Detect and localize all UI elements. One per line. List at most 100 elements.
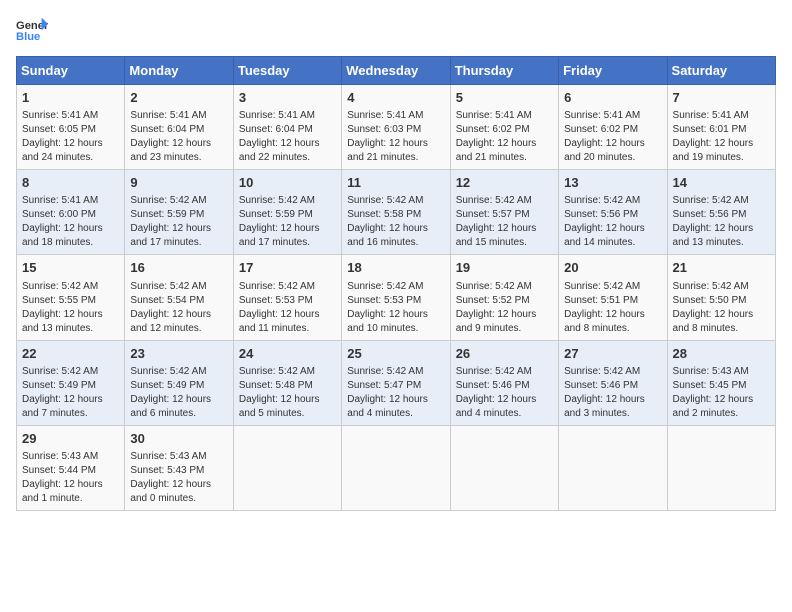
day-info: Sunrise: 5:42 AM Sunset: 5:48 PM Dayligh… — [239, 365, 336, 421]
svg-text:Blue: Blue — [16, 31, 40, 43]
day-number: 4 — [347, 89, 444, 107]
day-number: 6 — [564, 89, 661, 107]
day-cell: 15 Sunrise: 5:42 AM Sunset: 5:55 PM Dayli… — [17, 255, 125, 340]
day-number: 12 — [456, 174, 553, 192]
day-number: 11 — [347, 174, 444, 192]
day-cell: 27Sunrise: 5:42 AM Sunset: 5:46 PM Dayli… — [559, 340, 667, 425]
day-info: Sunrise: 5:42 AM Sunset: 5:49 PM Dayligh… — [130, 365, 227, 421]
day-cell: 19 Sunrise: 5:42 AM Sunset: 5:52 PM Dayli… — [450, 255, 558, 340]
day-number: 7 — [673, 89, 770, 107]
day-info: Sunrise: 5:43 AM Sunset: 5:43 PM Dayligh… — [130, 450, 227, 506]
day-cell: 26 Sunrise: 5:42 AM Sunset: 5:46 PM Dayli… — [450, 340, 558, 425]
day-info: Sunrise: 5:43 AM Sunset: 5:44 PM Dayligh… — [22, 450, 119, 506]
day-number: 20 — [564, 259, 661, 277]
day-cell: 6 Sunrise: 5:41 AM Sunset: 6:02 PM Daylig… — [559, 85, 667, 170]
day-info: Sunrise: 5:41 AM Sunset: 6:00 PM Dayligh… — [22, 194, 119, 250]
day-info: Sunrise: 5:42 AM Sunset: 5:51 PM Dayligh… — [564, 280, 661, 336]
day-cell: 13 Sunrise: 5:42 AM Sunset: 5:56 PM Dayli… — [559, 170, 667, 255]
day-cell: 9Sunrise: 5:42 AM Sunset: 5:59 PM Daylig… — [125, 170, 233, 255]
day-number: 9 — [130, 174, 227, 192]
day-cell: 2 Sunrise: 5:41 AM Sunset: 6:04 PM Daylig… — [125, 85, 233, 170]
day-cell — [450, 425, 558, 510]
day-number: 15 — [22, 259, 119, 277]
day-cell: 17 Sunrise: 5:42 AM Sunset: 5:53 PM Dayli… — [233, 255, 341, 340]
day-info: Sunrise: 5:42 AM Sunset: 5:49 PM Dayligh… — [22, 365, 119, 421]
day-cell: 3 Sunrise: 5:41 AM Sunset: 6:04 PM Daylig… — [233, 85, 341, 170]
day-cell: 29 Sunrise: 5:43 AM Sunset: 5:44 PM Dayli… — [17, 425, 125, 510]
day-cell: 22 Sunrise: 5:42 AM Sunset: 5:49 PM Dayli… — [17, 340, 125, 425]
header-friday: Friday — [559, 57, 667, 85]
day-info: Sunrise: 5:43 AM Sunset: 5:45 PM Dayligh… — [673, 365, 770, 421]
day-info: Sunrise: 5:42 AM Sunset: 5:46 PM Dayligh… — [456, 365, 553, 421]
day-info: Sunrise: 5:42 AM Sunset: 5:57 PM Dayligh… — [456, 194, 553, 250]
day-number: 23 — [130, 345, 227, 363]
day-cell: 7 Sunrise: 5:41 AM Sunset: 6:01 PM Daylig… — [667, 85, 775, 170]
day-cell: 23 Sunrise: 5:42 AM Sunset: 5:49 PM Dayli… — [125, 340, 233, 425]
day-number: 30 — [130, 430, 227, 448]
day-info: Sunrise: 5:42 AM Sunset: 5:53 PM Dayligh… — [347, 280, 444, 336]
day-cell: 8 Sunrise: 5:41 AM Sunset: 6:00 PM Daylig… — [17, 170, 125, 255]
day-number: 16 — [130, 259, 227, 277]
header-thursday: Thursday — [450, 57, 558, 85]
day-cell — [559, 425, 667, 510]
day-number: 10 — [239, 174, 336, 192]
day-cell: 20 Sunrise: 5:42 AM Sunset: 5:51 PM Dayli… — [559, 255, 667, 340]
week-row-2: 8 Sunrise: 5:41 AM Sunset: 6:00 PM Daylig… — [17, 170, 776, 255]
day-info: Sunrise: 5:42 AM Sunset: 5:56 PM Dayligh… — [673, 194, 770, 250]
day-number: 27 — [564, 345, 661, 363]
day-info: Sunrise: 5:41 AM Sunset: 6:02 PM Dayligh… — [456, 109, 553, 165]
day-cell: 16Sunrise: 5:42 AM Sunset: 5:54 PM Dayli… — [125, 255, 233, 340]
day-number: 21 — [673, 259, 770, 277]
week-row-3: 15 Sunrise: 5:42 AM Sunset: 5:55 PM Dayli… — [17, 255, 776, 340]
day-info: Sunrise: 5:41 AM Sunset: 6:01 PM Dayligh… — [673, 109, 770, 165]
day-info: Sunrise: 5:42 AM Sunset: 5:59 PM Dayligh… — [239, 194, 336, 250]
header-wednesday: Wednesday — [342, 57, 450, 85]
day-cell: 12 Sunrise: 5:42 AM Sunset: 5:57 PM Dayli… — [450, 170, 558, 255]
day-cell: 10 Sunrise: 5:42 AM Sunset: 5:59 PM Dayli… — [233, 170, 341, 255]
day-cell: 5 Sunrise: 5:41 AM Sunset: 6:02 PM Daylig… — [450, 85, 558, 170]
day-cell — [342, 425, 450, 510]
day-cell: 24 Sunrise: 5:42 AM Sunset: 5:48 PM Dayli… — [233, 340, 341, 425]
day-cell: 30 Sunrise: 5:43 AM Sunset: 5:43 PM Dayli… — [125, 425, 233, 510]
day-number: 25 — [347, 345, 444, 363]
calendar-header-row: SundayMondayTuesdayWednesdayThursdayFrid… — [17, 57, 776, 85]
day-info: Sunrise: 5:42 AM Sunset: 5:50 PM Dayligh… — [673, 280, 770, 336]
day-info: Sunrise: 5:42 AM Sunset: 5:58 PM Dayligh… — [347, 194, 444, 250]
header-tuesday: Tuesday — [233, 57, 341, 85]
calendar-table: SundayMondayTuesdayWednesdayThursdayFrid… — [16, 56, 776, 511]
day-cell — [667, 425, 775, 510]
day-info: Sunrise: 5:42 AM Sunset: 5:53 PM Dayligh… — [239, 280, 336, 336]
page-header: General Blue — [16, 16, 776, 44]
day-info: Sunrise: 5:42 AM Sunset: 5:55 PM Dayligh… — [22, 280, 119, 336]
day-number: 3 — [239, 89, 336, 107]
header-monday: Monday — [125, 57, 233, 85]
day-cell: 1Sunrise: 5:41 AM Sunset: 6:05 PM Daylig… — [17, 85, 125, 170]
day-info: Sunrise: 5:41 AM Sunset: 6:04 PM Dayligh… — [239, 109, 336, 165]
day-number: 29 — [22, 430, 119, 448]
logo-icon: General Blue — [16, 16, 48, 44]
day-info: Sunrise: 5:42 AM Sunset: 5:52 PM Dayligh… — [456, 280, 553, 336]
day-number: 2 — [130, 89, 227, 107]
week-row-5: 29 Sunrise: 5:43 AM Sunset: 5:44 PM Dayli… — [17, 425, 776, 510]
day-info: Sunrise: 5:42 AM Sunset: 5:47 PM Dayligh… — [347, 365, 444, 421]
header-sunday: Sunday — [17, 57, 125, 85]
day-number: 24 — [239, 345, 336, 363]
day-number: 8 — [22, 174, 119, 192]
day-info: Sunrise: 5:42 AM Sunset: 5:56 PM Dayligh… — [564, 194, 661, 250]
day-cell: 28Sunrise: 5:43 AM Sunset: 5:45 PM Dayli… — [667, 340, 775, 425]
day-cell: 14Sunrise: 5:42 AM Sunset: 5:56 PM Dayli… — [667, 170, 775, 255]
day-cell: 4Sunrise: 5:41 AM Sunset: 6:03 PM Daylig… — [342, 85, 450, 170]
header-saturday: Saturday — [667, 57, 775, 85]
day-number: 22 — [22, 345, 119, 363]
day-number: 1 — [22, 89, 119, 107]
day-number: 13 — [564, 174, 661, 192]
day-info: Sunrise: 5:41 AM Sunset: 6:04 PM Dayligh… — [130, 109, 227, 165]
day-number: 19 — [456, 259, 553, 277]
day-info: Sunrise: 5:41 AM Sunset: 6:02 PM Dayligh… — [564, 109, 661, 165]
day-cell: 21 Sunrise: 5:42 AM Sunset: 5:50 PM Dayli… — [667, 255, 775, 340]
day-number: 17 — [239, 259, 336, 277]
day-cell: 25 Sunrise: 5:42 AM Sunset: 5:47 PM Dayli… — [342, 340, 450, 425]
day-number: 5 — [456, 89, 553, 107]
day-number: 18 — [347, 259, 444, 277]
day-number: 26 — [456, 345, 553, 363]
